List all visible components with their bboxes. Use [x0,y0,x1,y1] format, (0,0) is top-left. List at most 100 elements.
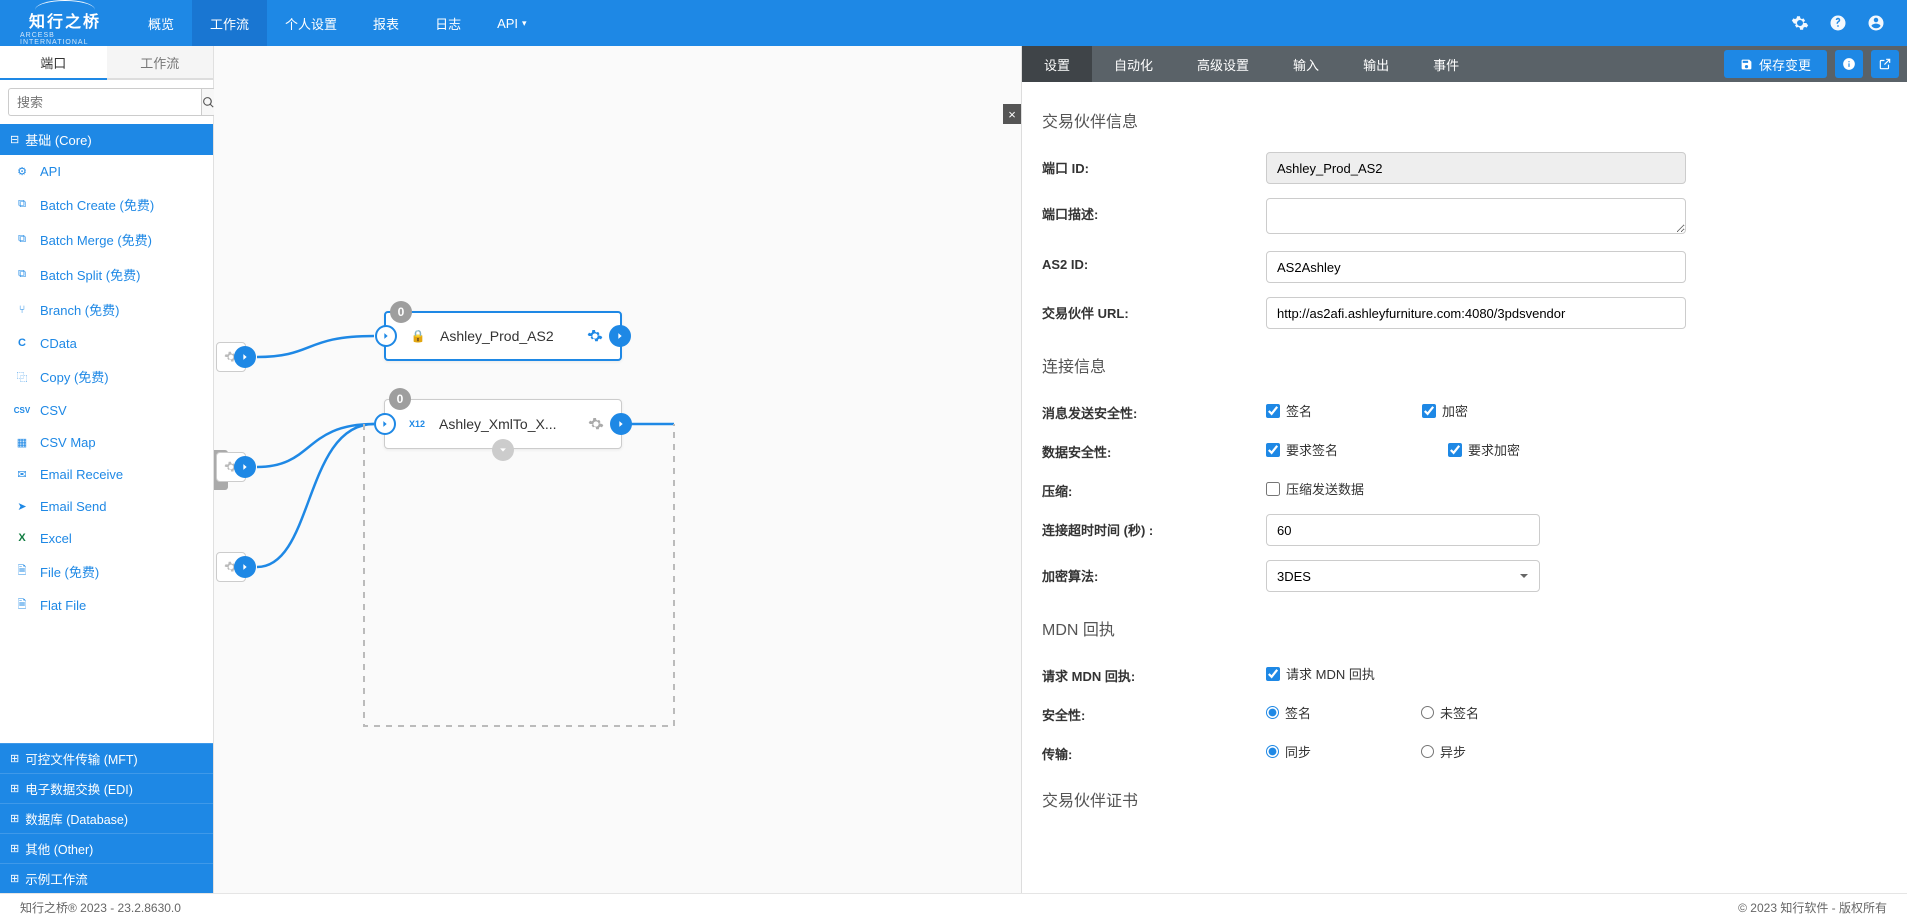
checkbox-compress[interactable] [1266,482,1280,496]
info-button[interactable] [1835,50,1863,78]
connector-api[interactable]: ⚙API [0,155,213,187]
cat-mft[interactable]: ⊞可控文件传输 (MFT) [0,743,213,773]
connector-email-send[interactable]: ➤Email Send [0,490,213,522]
label-mdn-security: 安全性: [1042,699,1266,724]
connector-copy[interactable]: ⿻Copy (免费) [0,359,213,394]
minus-icon: ⊟ [10,133,19,146]
node-settings-button[interactable] [581,409,611,439]
cat-sample[interactable]: ⊞示例工作流 [0,863,213,893]
tab-advanced[interactable]: 高级设置 [1175,46,1271,82]
label-as2-id: AS2 ID: [1042,251,1266,272]
footer-version: 知行之桥® 2023 - 23.2.8630.0 [20,899,181,916]
stub-node-2[interactable] [216,452,246,482]
node-label: Ashley_Prod_AS2 [432,328,580,344]
tab-automation[interactable]: 自动化 [1092,46,1175,82]
node-out-port[interactable] [609,325,631,347]
radio-signed[interactable]: 签名 [1266,703,1311,722]
connector-excel[interactable]: XExcel [0,522,213,554]
stub-node-1[interactable] [216,342,246,372]
flatfile-icon: 🗎 [14,597,30,613]
connector-csv[interactable]: CSVCSV [0,394,213,426]
check-req-mdn[interactable]: 请求 MDN 回执 [1266,664,1375,683]
node-in-port[interactable] [375,325,397,347]
user-icon[interactable] [1867,14,1885,32]
popout-icon [1878,57,1892,71]
connector-branch[interactable]: ⑂Branch (免费) [0,292,213,327]
check-encrypt[interactable]: 加密 [1422,401,1468,420]
stub-out-port[interactable] [234,456,256,478]
node-down-port[interactable] [492,439,514,461]
sidebar-tab-workflow[interactable]: 工作流 [107,46,214,80]
radio-sync-input[interactable] [1266,745,1279,758]
tab-settings[interactable]: 设置 [1022,46,1092,82]
node-out-port[interactable] [610,413,632,435]
node-ashley-xml[interactable]: 0 X12 Ashley_XmlTo_X... [384,399,622,449]
tab-input[interactable]: 输入 [1271,46,1341,82]
nav-api[interactable]: API▾ [479,0,545,46]
nav-report[interactable]: 报表 [355,0,417,46]
search-input[interactable] [8,88,201,116]
popout-button[interactable] [1871,50,1899,78]
node-ashley-as2[interactable]: 0 🔒 Ashley_Prod_AS2 [384,311,622,361]
cat-edi[interactable]: ⊞电子数据交换 (EDI) [0,773,213,803]
tab-events[interactable]: 事件 [1411,46,1481,82]
stub-out-port[interactable] [234,346,256,368]
nav-overview[interactable]: 概览 [130,0,192,46]
cdata-icon: C [14,335,30,351]
node-settings-button[interactable] [580,321,610,351]
tab-output[interactable]: 输出 [1341,46,1411,82]
connector-csv-map[interactable]: ▦CSV Map [0,426,213,458]
sidebar-tab-port[interactable]: 端口 [0,46,107,80]
check-sign[interactable]: 签名 [1266,401,1312,420]
connector-file[interactable]: 🗎File (免费) [0,554,213,589]
gear-icon[interactable] [1791,14,1809,32]
logo[interactable]: 知行之桥 ARCESB INTERNATIONAL [0,0,130,46]
connector-batch-create[interactable]: ⧉Batch Create (免费) [0,187,213,222]
cat-database[interactable]: ⊞数据库 (Database) [0,803,213,833]
nav-log[interactable]: 日志 [417,0,479,46]
node-label: Ashley_XmlTo_X... [431,416,581,432]
radio-async-input[interactable] [1421,745,1434,758]
radio-async[interactable]: 异步 [1421,742,1466,761]
topbar: 知行之桥 ARCESB INTERNATIONAL 概览 工作流 个人设置 报表… [0,0,1907,46]
node-in-port[interactable] [374,413,396,435]
cat-other[interactable]: ⊞其他 (Other) [0,833,213,863]
radio-signed-input[interactable] [1266,706,1279,719]
connector-email-receive[interactable]: ✉Email Receive [0,458,213,490]
stub-node-3[interactable] [216,552,246,582]
connector-flat-file[interactable]: 🗎Flat File [0,589,213,621]
connector-cdata[interactable]: CCData [0,327,213,359]
label-transport: 传输: [1042,738,1266,763]
input-partner-url[interactable] [1266,297,1686,329]
input-port-id[interactable] [1266,152,1686,184]
stub-out-port[interactable] [234,556,256,578]
help-icon[interactable] [1829,14,1847,32]
checkbox-req-sign[interactable] [1266,443,1280,457]
check-req-encrypt[interactable]: 要求加密 [1448,440,1520,459]
nav-personal[interactable]: 个人设置 [267,0,355,46]
radio-unsigned-input[interactable] [1421,706,1434,719]
nav-workflow[interactable]: 工作流 [192,0,267,46]
as2-icon: 🔒 [404,322,432,350]
flow-canvas[interactable]: ◀ × 0 🔒 Ashley_Prod_AS2 [214,46,1021,893]
csvmap-icon: ▦ [14,434,30,450]
checkbox-sign[interactable] [1266,404,1280,418]
textarea-port-desc[interactable] [1266,198,1686,234]
save-button[interactable]: 保存变更 [1724,50,1827,78]
checkbox-encrypt[interactable] [1422,404,1436,418]
branch-icon: ⑂ [14,302,30,318]
input-timeout[interactable] [1266,514,1540,546]
check-compress[interactable]: 压缩发送数据 [1266,479,1364,498]
radio-sync[interactable]: 同步 [1266,742,1311,761]
cat-core[interactable]: ⊟基础 (Core) [0,124,213,155]
connector-batch-merge[interactable]: ⧉Batch Merge (免费) [0,222,213,257]
checkbox-req-mdn[interactable] [1266,667,1280,681]
select-algo[interactable]: 3DES [1266,560,1540,592]
checkbox-req-encrypt[interactable] [1448,443,1462,457]
label-timeout: 连接超时时间 (秒) : [1042,514,1266,539]
check-req-sign[interactable]: 要求签名 [1266,440,1338,459]
footer-copyright: © 2023 知行软件 - 版权所有 [1738,899,1887,916]
input-as2-id[interactable] [1266,251,1686,283]
radio-unsigned[interactable]: 未签名 [1421,703,1479,722]
connector-batch-split[interactable]: ⧉Batch Split (免费) [0,257,213,292]
